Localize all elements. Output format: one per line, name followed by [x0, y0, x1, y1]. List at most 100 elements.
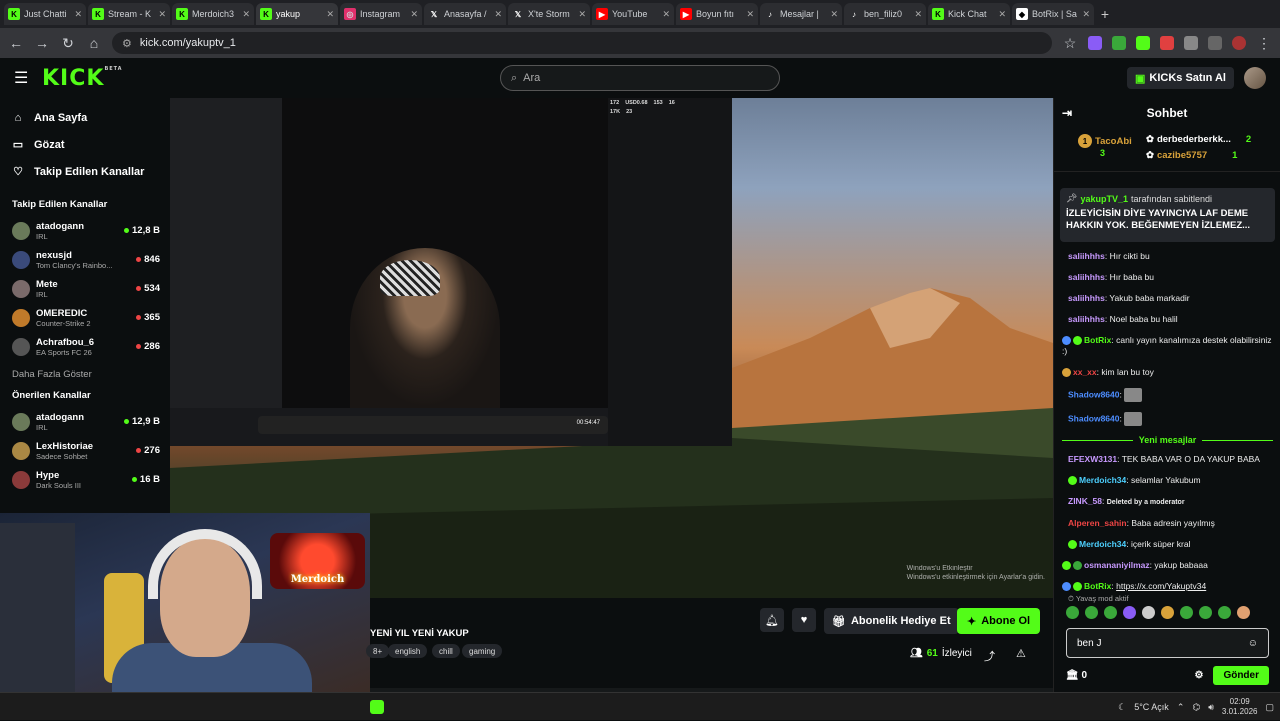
chat-message: osmananiyilmaz: yakup babaaa — [1054, 555, 1280, 576]
browser-tab[interactable]: K Merdoich3 ✕ — [172, 3, 254, 25]
nav-home[interactable]: ⌂ Ana Sayfa — [0, 104, 170, 131]
browser-tab[interactable]: ▶ YouTube ✕ — [592, 3, 674, 25]
send-button[interactable]: Gönder — [1213, 665, 1269, 685]
close-icon[interactable]: ✕ — [242, 9, 250, 20]
home-icon[interactable]: ⌂ — [86, 35, 102, 51]
kick-logo[interactable]: KICKBETA — [42, 66, 123, 91]
extension-icon[interactable] — [1184, 36, 1198, 50]
tag[interactable]: 8+ — [366, 644, 390, 658]
close-icon[interactable]: ✕ — [494, 9, 502, 20]
recommended-channel[interactable]: Hype Dark Souls III 16 B — [0, 465, 170, 494]
close-icon[interactable]: ✕ — [326, 9, 334, 20]
recommended-channel[interactable]: atadogann IRL 12,9 B — [0, 407, 170, 436]
followed-channel[interactable]: OMEREDIC Counter-Strike 2 365 — [0, 303, 170, 332]
browser-tab[interactable]: ♪ ben_filiz0 ✕ — [844, 3, 926, 25]
top-gifter[interactable]: ✿ derbederberkk... 2 — [1146, 134, 1251, 145]
emote-icon[interactable] — [1142, 606, 1155, 619]
site-info-icon[interactable]: ⚙ — [122, 37, 132, 50]
emote-icon[interactable] — [1123, 606, 1136, 619]
browser-tab[interactable]: K Kick Chat ✕ — [928, 3, 1010, 25]
webcam-overlay: Merdoich — [0, 513, 370, 720]
close-icon[interactable]: ✕ — [662, 9, 670, 20]
browser-tab[interactable]: ◆ BotRix | Sa ✕ — [1012, 3, 1094, 25]
back-icon[interactable]: ← — [8, 35, 24, 51]
buy-kicks-button[interactable]: ▣ KICKs Satın Al — [1126, 67, 1234, 89]
browser-tab-active[interactable]: Kyakup ✕ — [256, 3, 338, 25]
tiktok-icon: ♪ — [768, 9, 772, 19]
followed-channel[interactable]: atadogann IRL 12,8 B — [0, 216, 170, 245]
weather-icon: ☾ — [1118, 701, 1127, 712]
forward-icon[interactable]: → — [34, 35, 50, 51]
emoji-icon[interactable]: ☺ — [1248, 638, 1258, 649]
followed-channel[interactable]: nexusjd Tom Clancy's Rainbo... 846 — [0, 245, 170, 274]
close-icon[interactable]: ✕ — [998, 9, 1006, 20]
extension-icon[interactable] — [1136, 36, 1150, 50]
top-gifter[interactable]: 1 TacoAbi — [1078, 134, 1132, 148]
collapse-chat-icon[interactable]: ⇥ — [1062, 106, 1072, 120]
share-icon[interactable]: ⤴ — [984, 648, 995, 664]
browser-tab[interactable]: ♪ Mesajlar | ✕ — [760, 3, 842, 25]
chat-link[interactable]: https://x.com/Yakuptv34 — [1116, 581, 1206, 591]
show-more-link[interactable]: Daha Fazla Göster — [0, 361, 170, 390]
clock[interactable]: 02:09 3.01.2026 — [1222, 697, 1258, 717]
hamburger-menu-icon[interactable]: ☰ — [14, 68, 30, 88]
recommended-channel[interactable]: LexHistoriae Sadece Sohbet 276 — [0, 436, 170, 465]
bookmark-star-icon[interactable]: ☆ — [1062, 35, 1078, 52]
new-tab-button[interactable]: + — [1096, 5, 1114, 23]
close-icon[interactable]: ✕ — [410, 9, 418, 20]
followed-channel[interactable]: Mete IRL 534 — [0, 274, 170, 303]
emote-icon[interactable] — [1180, 606, 1193, 619]
close-icon[interactable]: ✕ — [578, 9, 586, 20]
close-icon[interactable]: ✕ — [830, 9, 838, 20]
emote-icon[interactable] — [1085, 606, 1098, 619]
browser-tab[interactable]: ▶ Boyun fıtı ✕ — [676, 3, 758, 25]
tag[interactable]: gaming — [462, 644, 503, 658]
network-icon[interactable]: ⌬ — [1192, 702, 1200, 713]
emote-icon[interactable] — [1237, 606, 1250, 619]
followed-channel[interactable]: Achrafbou_6 EA Sports FC 26 286 — [0, 332, 170, 361]
close-icon[interactable]: ✕ — [74, 9, 82, 20]
close-icon[interactable]: ✕ — [914, 9, 922, 20]
notification-icon[interactable]: ▢ — [1265, 702, 1274, 713]
volume-icon[interactable]: 🔊︎ — [1208, 702, 1214, 713]
browser-tab[interactable]: 𝕏 Anasayfa / ✕ — [424, 3, 506, 25]
emote-icon[interactable] — [1199, 606, 1212, 619]
kick-taskbar-icon[interactable] — [370, 699, 384, 714]
extension-icon[interactable] — [1160, 36, 1174, 50]
puzzle-icon[interactable] — [1208, 36, 1222, 50]
menu-dots-icon[interactable]: ⋮ — [1256, 35, 1272, 52]
close-icon[interactable]: ✕ — [746, 9, 754, 20]
url-field[interactable]: ⚙ kick.com/yakuptv_1 — [112, 32, 1052, 54]
search-input[interactable]: ⌕ Ara — [500, 65, 780, 91]
close-icon[interactable]: ✕ — [158, 9, 166, 20]
browser-tab[interactable]: K Stream - K ✕ — [88, 3, 170, 25]
chat-input[interactable]: ben J ☺ — [1066, 628, 1269, 658]
emote-icon[interactable] — [1161, 606, 1174, 619]
nav-browse[interactable]: ▭ Gözat — [0, 131, 170, 158]
top-gifter[interactable]: ✿ cazibe5757 1 — [1146, 150, 1237, 161]
nav-following[interactable]: ♡ Takip Edilen Kanallar — [0, 158, 170, 185]
close-icon[interactable]: ✕ — [1082, 9, 1090, 20]
subscribe-button[interactable]: ✦ Abone Ol — [957, 608, 1041, 634]
notification-bell-button[interactable]: 🔔︎ — [760, 608, 784, 632]
profile-icon[interactable] — [1232, 36, 1246, 50]
follow-heart-button[interactable]: ♥ — [792, 608, 816, 632]
gift-subscription-button[interactable]: 🎁︎ Abonelik Hediye Et — [824, 608, 959, 634]
reload-icon[interactable]: ↻ — [60, 35, 76, 52]
emote-icon[interactable] — [1104, 606, 1117, 619]
extension-icon[interactable] — [1088, 36, 1102, 50]
emote-icon[interactable] — [1218, 606, 1231, 619]
browser-tab[interactable]: K Just Chatti ✕ — [4, 3, 86, 25]
extension-icon[interactable] — [1112, 36, 1126, 50]
tag[interactable]: english — [388, 644, 428, 658]
browser-tab[interactable]: 𝕏 X'te Storm ✕ — [508, 3, 590, 25]
browser-tab[interactable]: ◎ Instagram ✕ — [340, 3, 422, 25]
report-icon[interactable]: ⚠ — [1016, 647, 1026, 660]
settings-gear-icon[interactable]: ⚙ — [1194, 670, 1203, 681]
tray-overflow-icon[interactable]: ⌃ — [1177, 702, 1185, 713]
emote-icon[interactable] — [1066, 606, 1079, 619]
tag[interactable]: chill — [432, 644, 460, 658]
user-avatar[interactable] — [1244, 67, 1266, 89]
points-display[interactable]: 🏛︎ 0 — [1066, 670, 1087, 681]
pinned-message[interactable]: 📌︎ yakupTV_1 tarafından sabitlendi İZLEYİC… — [1060, 188, 1275, 242]
